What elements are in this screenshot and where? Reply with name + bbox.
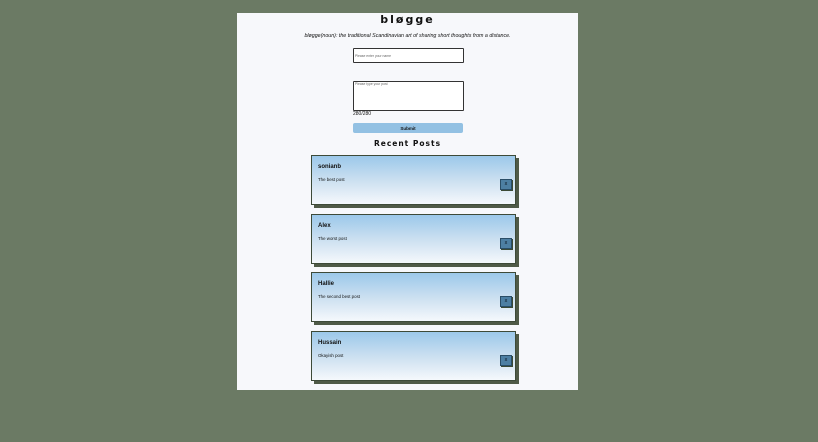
post-card: Hallie The second best post x — [311, 272, 516, 322]
post-author: Hussain — [318, 340, 342, 346]
post-input[interactable] — [353, 81, 464, 111]
post-text: The best post — [318, 177, 345, 182]
recent-posts-heading: Recent Posts — [373, 139, 442, 148]
post-card: Alex The worst post x — [311, 214, 516, 264]
close-icon: x — [504, 240, 508, 246]
post-author: Hallie — [318, 281, 335, 287]
delete-post-button[interactable]: x — [500, 238, 512, 249]
main-panel: bløgge bløgge(noun): the traditional Sca… — [237, 13, 578, 390]
post-card: sonianb The best post x — [311, 155, 516, 205]
delete-post-button[interactable]: x — [500, 355, 512, 366]
post-text: The worst post — [318, 236, 347, 241]
app-title: bløgge — [380, 13, 435, 26]
close-icon: x — [504, 181, 508, 187]
close-icon: x — [504, 298, 508, 304]
post-card: Hussain Okayish post x — [311, 331, 516, 381]
close-icon: x — [504, 357, 508, 363]
name-input[interactable] — [353, 48, 464, 63]
post-text: The second best post — [318, 294, 360, 299]
post-author: Alex — [318, 223, 331, 229]
delete-post-button[interactable]: x — [500, 179, 512, 190]
submit-button[interactable]: Submit — [353, 123, 463, 133]
tagline: bløgge(noun): the traditional Scandinavi… — [304, 33, 511, 39]
delete-post-button[interactable]: x — [500, 296, 512, 307]
post-author: sonianb — [318, 164, 342, 170]
post-text: Okayish post — [318, 353, 344, 358]
character-counter: 280/280 — [353, 111, 372, 117]
